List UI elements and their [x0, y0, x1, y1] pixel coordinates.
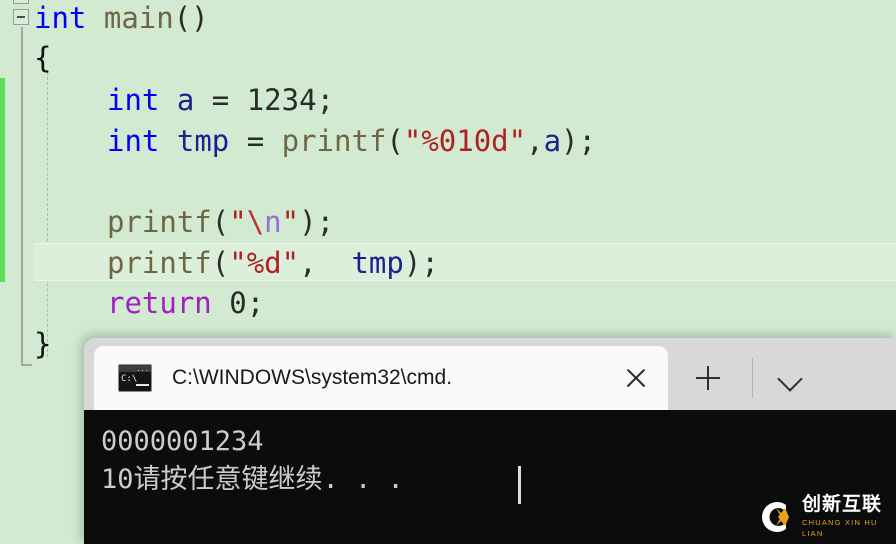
code-token: \	[246, 205, 265, 239]
code-line[interactable]: {	[34, 38, 896, 79]
code-token: 0	[211, 286, 247, 320]
code-token: return	[107, 286, 212, 320]
code-line[interactable]: int tmp = printf("%010d",a);	[107, 121, 896, 162]
code-token: a	[543, 124, 562, 158]
code-token: "	[281, 205, 300, 239]
code-token: int	[107, 83, 160, 117]
code-token: )	[561, 124, 579, 158]
terminal-tab-title: C:\WINDOWS\system32\cmd.	[172, 366, 453, 389]
code-token: )	[299, 205, 317, 239]
code-token: int	[107, 124, 160, 158]
code-token: printf	[107, 205, 212, 239]
screenshot-root: int main() { int a = 1234; int tmp = pri…	[0, 0, 896, 544]
plus-icon[interactable]	[688, 358, 728, 398]
code-token: }	[34, 327, 52, 361]
toolbar-divider	[752, 358, 753, 398]
code-token: ;	[421, 246, 439, 280]
code-token: "	[229, 205, 247, 239]
code-line[interactable]: printf("%d", tmp);	[107, 243, 896, 284]
code-line[interactable]: printf("\n");	[107, 202, 896, 243]
code-token: =	[194, 83, 247, 117]
close-icon[interactable]	[616, 358, 656, 398]
code-token: "%010d"	[403, 124, 527, 158]
code-token: (	[386, 124, 404, 158]
code-token: (	[211, 246, 230, 280]
code-token: 1234	[246, 83, 317, 117]
code-token: main	[103, 1, 174, 35]
code-token: ,	[299, 246, 334, 280]
code-token: printf	[281, 124, 387, 158]
code-token: (	[211, 205, 230, 239]
code-token: tmp	[176, 124, 230, 158]
code-line[interactable]: int main()	[34, 0, 896, 39]
code-line[interactable]: return 0;	[107, 283, 896, 324]
cmd-icon-prompt: C:\	[121, 374, 138, 384]
code-token: ;	[246, 286, 265, 320]
terminal-titlebar[interactable]: ... C:\ C:\WINDOWS\system32\cmd.	[84, 338, 896, 410]
code-token: int	[34, 1, 87, 35]
chevron-down-icon[interactable]	[772, 360, 808, 396]
code-token: "%d"	[229, 246, 300, 280]
watermark-chinese-text: 创新互联	[802, 494, 883, 515]
code-token: {	[34, 41, 52, 75]
code-token: )	[403, 246, 422, 280]
terminal-output-line: 10请按任意键继续. . .	[101, 464, 404, 495]
watermark-badge: 创新互联 CHUANG XIN HU LIAN	[748, 489, 896, 544]
cmd-console-icon: ... C:\	[118, 364, 152, 392]
code-token: a	[176, 83, 195, 117]
code-token: ;	[316, 83, 335, 117]
code-line[interactable]: int a = 1234;	[107, 80, 896, 121]
watermark-pinyin-text: CHUANG XIN HU LIAN	[802, 518, 878, 538]
code-token: ;	[316, 205, 335, 239]
terminal-output-line: 0000001234	[101, 426, 264, 457]
terminal-text-cursor	[518, 466, 521, 504]
code-token: n	[264, 205, 282, 239]
code-token: =	[229, 124, 282, 158]
code-token: printf	[107, 246, 212, 280]
cx-logo-icon	[756, 497, 796, 537]
code-token: ;	[578, 124, 596, 158]
code-token: tmp	[334, 246, 404, 280]
code-token: ,	[526, 124, 544, 158]
terminal-tab-cmd[interactable]: ... C:\ C:\WINDOWS\system32\cmd.	[94, 346, 668, 410]
cmd-icon-dots: ...	[136, 365, 149, 373]
code-token: ()	[173, 1, 209, 35]
